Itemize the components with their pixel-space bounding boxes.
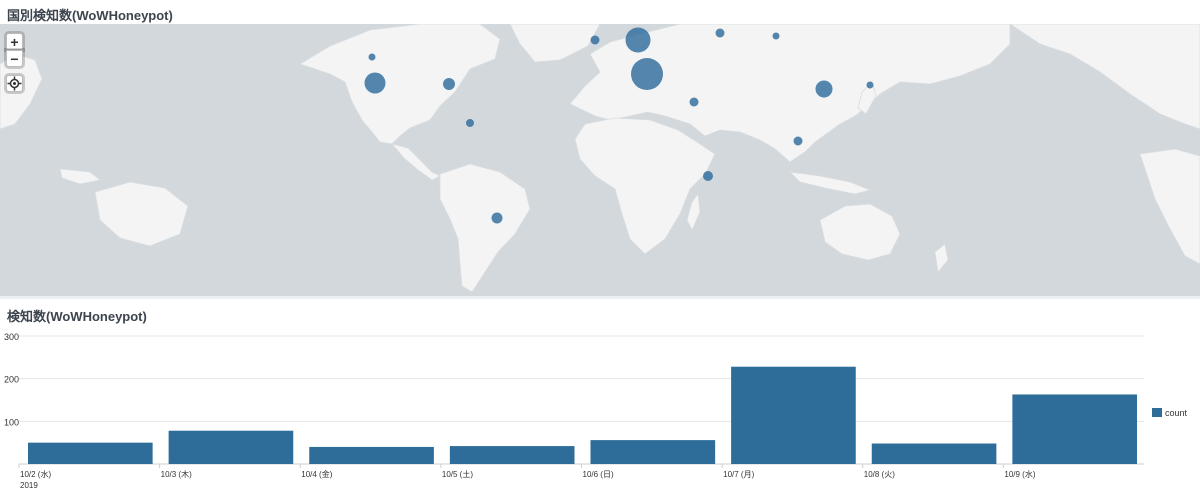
map-bubble-caribbean [466, 119, 474, 127]
crosshair-icon [7, 76, 22, 91]
x-tick-label: 10/8 (火) [864, 470, 895, 479]
bar-chart-canvas: 100 200 300 10/2 (水) 10/3 (木) 10/4 (金) 10/5 (土… [4, 332, 1188, 490]
y-tick-label: 200 [4, 375, 19, 385]
panel-divider [0, 296, 1200, 299]
landmass-australia-wrap [94, 181, 189, 247]
map-bubble-indian-ocean [703, 171, 713, 181]
x-tick-label: 10/3 (木) [161, 469, 192, 479]
x-tick-label: 10/2 (水) [20, 469, 51, 479]
bar [28, 442, 153, 464]
map-bubble-vietnam [793, 136, 803, 146]
map-bubble-japan [866, 81, 874, 89]
landmass-greenland [509, 24, 601, 63]
bar [168, 430, 294, 464]
map-panel-title: 国別検知数(WoWHoneypot) [7, 8, 173, 23]
x-tick-label: 10/5 (土) [442, 469, 473, 479]
x-tick-label: 10/7 (月) [723, 470, 754, 479]
bar [871, 443, 997, 464]
landmass-north-america-wrap [1009, 24, 1200, 130]
map-bubble-russia-west [715, 28, 725, 38]
locate-button[interactable] [6, 75, 23, 92]
world-map-canvas [0, 24, 1200, 293]
bar [731, 366, 856, 464]
y-tick-label: 100 [4, 417, 19, 427]
map-bubble-uk [590, 35, 600, 45]
map-bubble-iran [689, 97, 699, 107]
landmass-central-america [390, 143, 441, 181]
y-tick-label: 300 [4, 332, 19, 342]
map-bubble-usa-east [443, 78, 455, 90]
bar [309, 446, 434, 464]
landmass-africa [574, 117, 716, 255]
bar [1012, 394, 1137, 464]
x-tick-label: 10/4 (金) [301, 469, 332, 479]
bar [590, 440, 716, 464]
bar [449, 446, 575, 464]
landmass-indonesia-wrap [59, 168, 101, 185]
map-bubble-turkey [631, 58, 663, 90]
landmass-madagascar [686, 192, 701, 231]
map-bubble-usa-west-small [368, 53, 376, 61]
bar-chart: 100 200 300 10/2 (水) 10/3 (木) 10/4 (金) 10/5 (土… [0, 324, 1200, 499]
landmass-new-zealand [934, 243, 949, 273]
bar-panel-title: 検知数(WoWHoneypot) [7, 309, 147, 324]
map-bubble-germany [625, 27, 651, 53]
map-bubble-usa-west [364, 72, 386, 94]
legend-label: count [1165, 408, 1188, 418]
zoom-out-button[interactable]: − [6, 50, 23, 67]
landmass-australia [819, 203, 901, 261]
landmass-indonesia [788, 171, 872, 195]
x-tick-label: 10/9 (水) [1004, 469, 1035, 479]
map-bubble-russia-east [772, 32, 780, 40]
landmass-south-america-wrap [1139, 148, 1200, 265]
world-map[interactable]: + − [0, 24, 1200, 296]
landmass-south-america [439, 163, 531, 293]
x-year-label: 2019 [20, 481, 38, 490]
legend-swatch [1152, 408, 1162, 417]
map-bubble-china [815, 80, 833, 98]
map-bubble-brazil [491, 212, 503, 224]
x-tick-label: 10/6 (日) [583, 470, 614, 479]
zoom-in-button[interactable]: + [6, 33, 23, 50]
